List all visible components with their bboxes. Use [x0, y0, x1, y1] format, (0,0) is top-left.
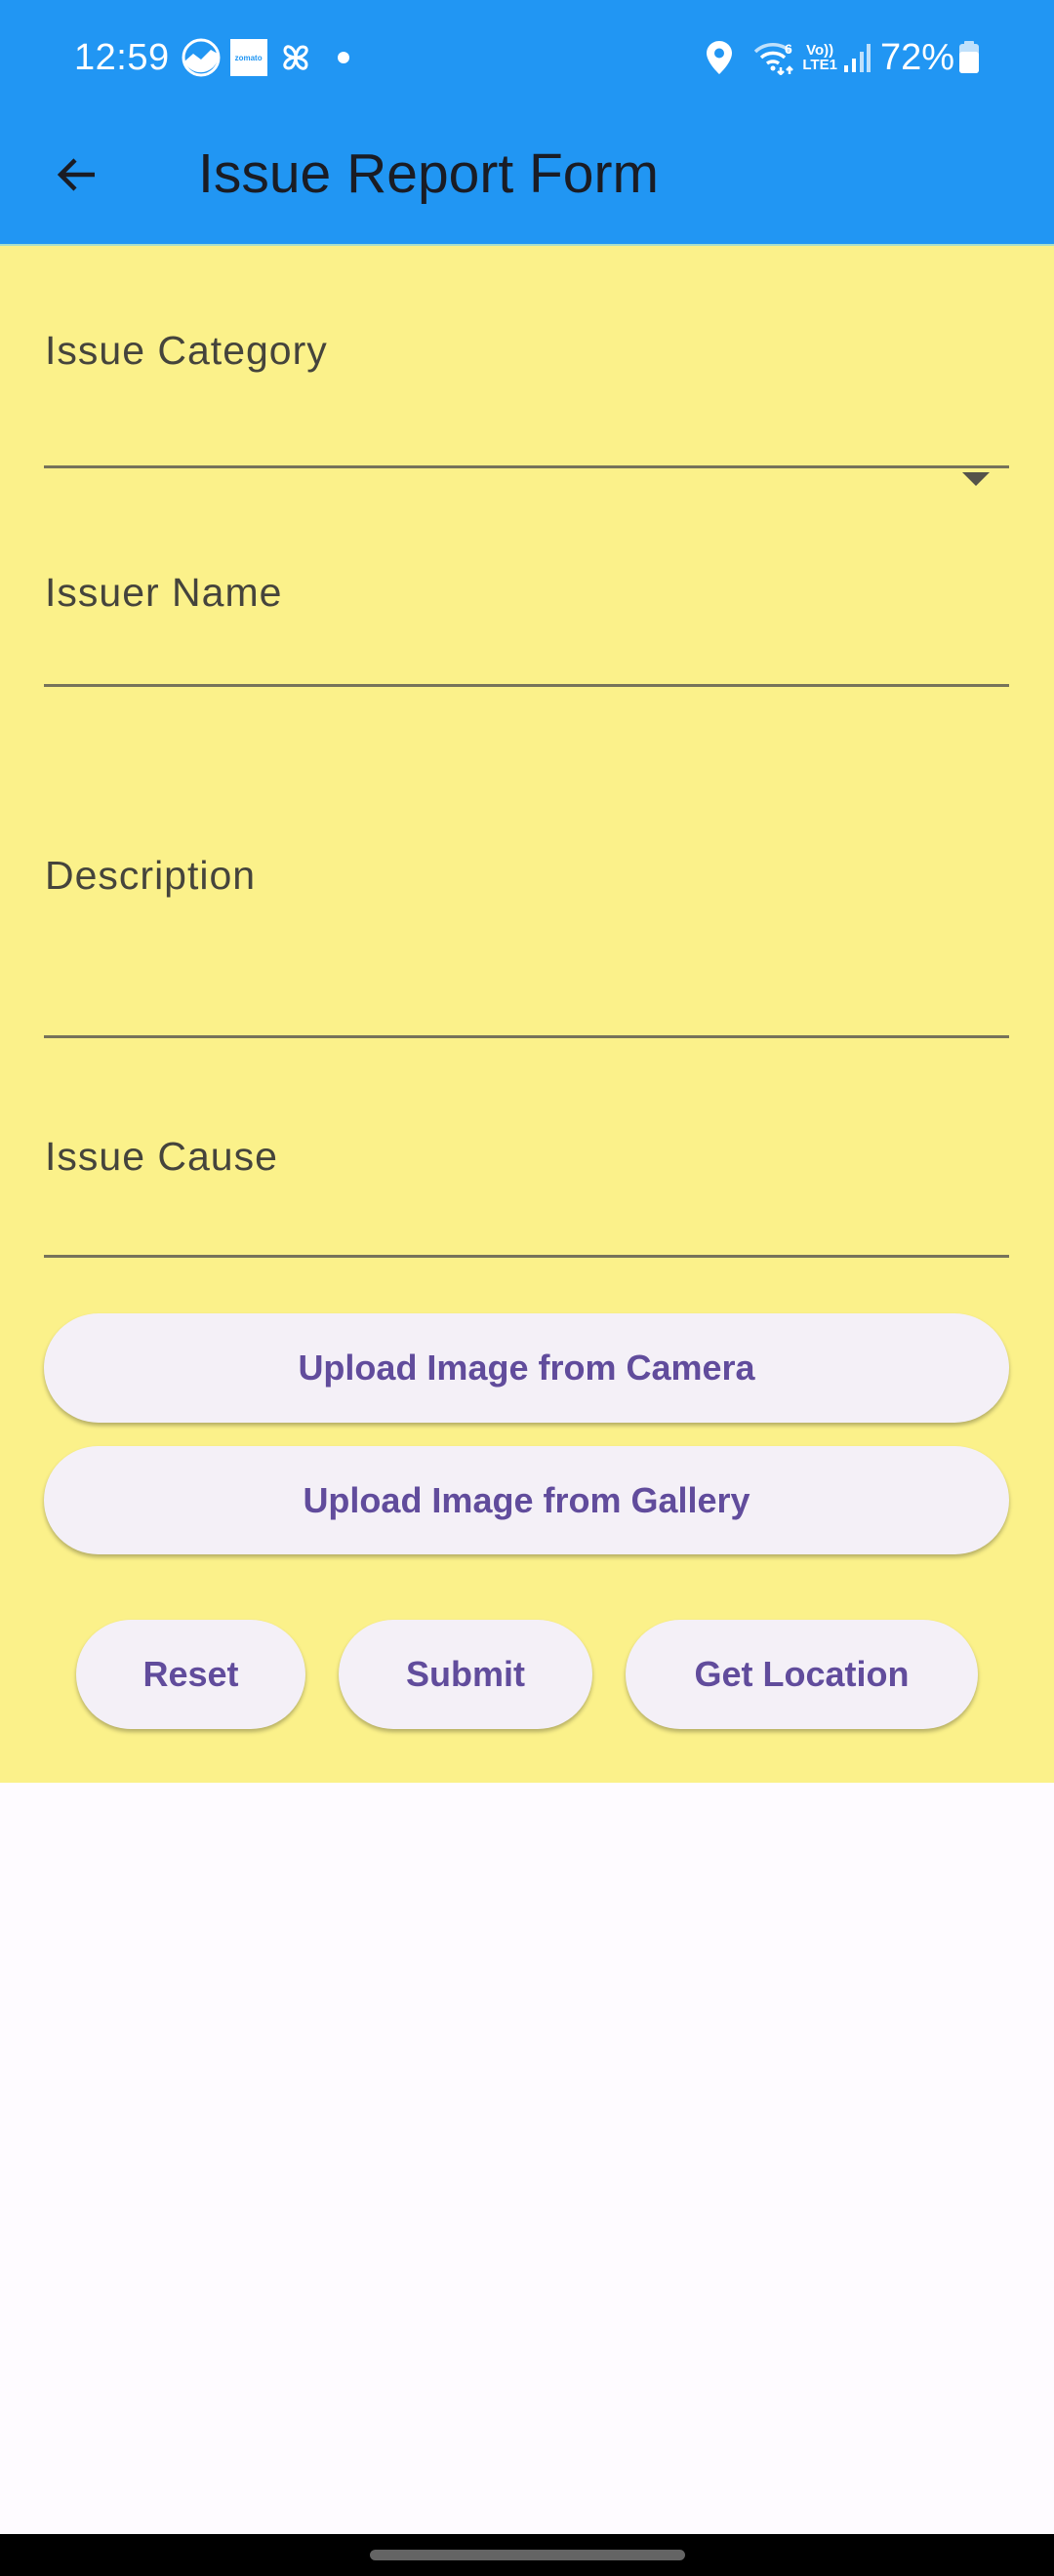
submit-button[interactable]: Submit	[339, 1620, 592, 1729]
location-icon	[707, 41, 733, 74]
pinwheel-icon	[277, 39, 314, 76]
battery-percent: 72%	[879, 36, 954, 78]
get-location-button[interactable]: Get Location	[626, 1620, 978, 1729]
app-bar: Issue Report Form	[0, 115, 1054, 244]
issue-category-dropdown[interactable]: Issue Category	[44, 324, 1009, 486]
page-title: Issue Report Form	[198, 142, 659, 205]
system-navigation-bar	[0, 2534, 1054, 2576]
dropdown-arrow-icon	[962, 472, 990, 486]
issuer-name-label: Issuer Name	[45, 570, 283, 615]
signal-icon	[843, 42, 871, 73]
more-notifications-dot	[337, 52, 349, 63]
lte1-label: LTE1	[802, 57, 837, 73]
issue-report-form: Issue Category Issuer Name Description I…	[0, 244, 1054, 1783]
reset-button[interactable]: Reset	[76, 1620, 305, 1729]
analytics-app-icon	[182, 38, 221, 77]
issue-cause-field[interactable]: Issue Cause	[44, 1124, 1009, 1258]
volte-lte1-icon: Vo)) LTE1	[802, 43, 837, 72]
upload-gallery-button[interactable]: Upload Image from Gallery	[44, 1446, 1009, 1554]
status-bar: 12:59 zomato 6 Vo)) LTE1 72%	[0, 0, 1054, 115]
home-gesture-handle[interactable]	[370, 2550, 685, 2560]
description-field[interactable]: Description	[44, 792, 1009, 1038]
issue-cause-label: Issue Cause	[45, 1134, 278, 1179]
wifi-6-icon: 6	[753, 40, 796, 75]
arrow-back-icon	[57, 158, 95, 191]
upload-camera-button[interactable]: Upload Image from Camera	[44, 1313, 1009, 1423]
issuer-name-field[interactable]: Issuer Name	[44, 558, 1009, 687]
zomato-icon: zomato	[229, 39, 267, 76]
status-time: 12:59	[74, 36, 170, 78]
status-bar-right: 6 Vo)) LTE1 72%	[707, 33, 980, 82]
volte-label: Vo))	[806, 42, 834, 59]
status-bar-left: 12:59 zomato	[74, 33, 349, 82]
description-label: Description	[45, 853, 257, 898]
battery-icon	[958, 41, 980, 74]
back-button[interactable]	[47, 144, 107, 205]
wifi-badge: 6	[785, 41, 792, 57]
issue-category-label: Issue Category	[45, 328, 328, 373]
